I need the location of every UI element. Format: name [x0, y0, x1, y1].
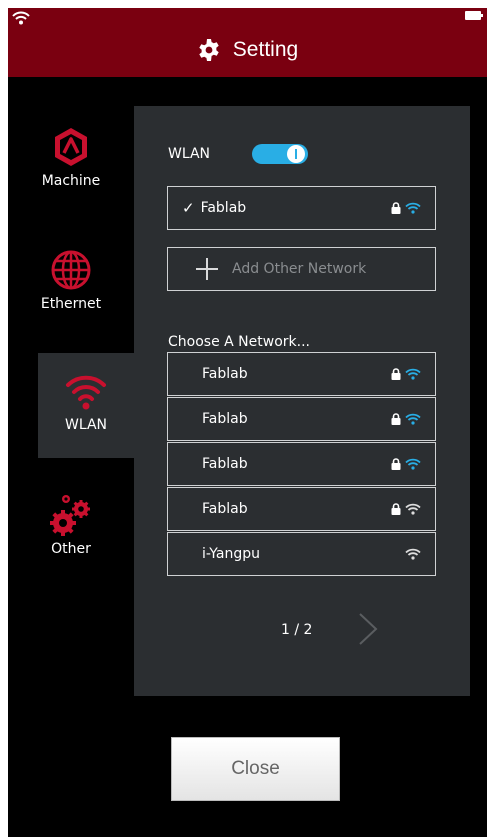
close-button[interactable]: Close	[171, 737, 340, 801]
network-name: Fablab	[202, 501, 248, 517]
gear-icon	[199, 39, 219, 61]
network-list-item[interactable]: i-Yangpu	[167, 532, 436, 576]
add-network-label: Add Other Network	[232, 261, 367, 277]
network-list-item[interactable]: Fablab	[167, 397, 436, 441]
sidebar: Machine Ethernet WLAN Other	[8, 77, 134, 837]
page-indicator: 1 / 2	[281, 622, 313, 638]
wifi-icon	[66, 375, 106, 410]
pagination: 1 / 2	[134, 611, 470, 651]
gears-icon	[50, 495, 90, 536]
checkmark-icon: ✓	[182, 199, 195, 217]
globe-icon	[51, 250, 91, 290]
connected-network-row[interactable]: ✓ Fablab	[167, 186, 436, 230]
sidebar-item-wlan[interactable]: WLAN	[38, 353, 134, 458]
wifi-signal-icon	[405, 413, 421, 425]
wifi-signal-icon	[405, 368, 421, 380]
page-title: Setting	[232, 38, 299, 61]
sidebar-item-label: Other	[51, 541, 91, 557]
choose-network-heading: Choose A Network...	[168, 334, 310, 350]
wlan-panel: WLAN ✓ Fablab Add Other Network Choose A…	[134, 106, 470, 696]
wlan-toggle-row: WLAN	[168, 144, 308, 164]
add-network-button[interactable]: Add Other Network	[167, 247, 436, 291]
status-wifi-icon	[12, 11, 30, 25]
lock-icon	[391, 413, 401, 425]
header-bar: Setting	[8, 8, 487, 77]
network-name: Fablab	[200, 200, 247, 216]
device-screen: Setting Machine Ethernet WLAN Other WLAN…	[8, 8, 487, 837]
network-name: Fablab	[202, 456, 248, 472]
lock-icon	[391, 503, 401, 515]
lock-icon	[391, 368, 401, 380]
chevron-right-icon[interactable]	[356, 611, 380, 647]
machine-icon	[55, 128, 87, 166]
wifi-signal-icon	[405, 503, 421, 515]
sidebar-item-label: Ethernet	[40, 296, 102, 312]
wifi-signal-icon	[405, 202, 421, 214]
network-list-item[interactable]: Fablab	[167, 352, 436, 396]
network-name: i-Yangpu	[202, 546, 261, 562]
network-list-item[interactable]: Fablab	[167, 442, 436, 486]
sidebar-item-machine[interactable]: Machine	[8, 125, 134, 189]
sidebar-item-label: WLAN	[64, 417, 107, 433]
lock-icon	[391, 202, 401, 214]
wifi-signal-icon	[405, 548, 421, 560]
wlan-label: WLAN	[168, 146, 211, 162]
wlan-toggle[interactable]	[252, 144, 308, 164]
plus-icon	[196, 258, 218, 280]
wifi-signal-icon	[405, 458, 421, 470]
sidebar-item-other[interactable]: Other	[8, 493, 134, 557]
sidebar-item-ethernet[interactable]: Ethernet	[8, 248, 134, 312]
lock-icon	[391, 458, 401, 470]
sidebar-item-label: Machine	[41, 173, 101, 189]
network-list-item[interactable]: Fablab	[167, 487, 436, 531]
network-name: Fablab	[202, 366, 248, 382]
battery-icon	[465, 11, 483, 20]
network-name: Fablab	[202, 411, 248, 427]
toggle-knob	[287, 145, 305, 163]
